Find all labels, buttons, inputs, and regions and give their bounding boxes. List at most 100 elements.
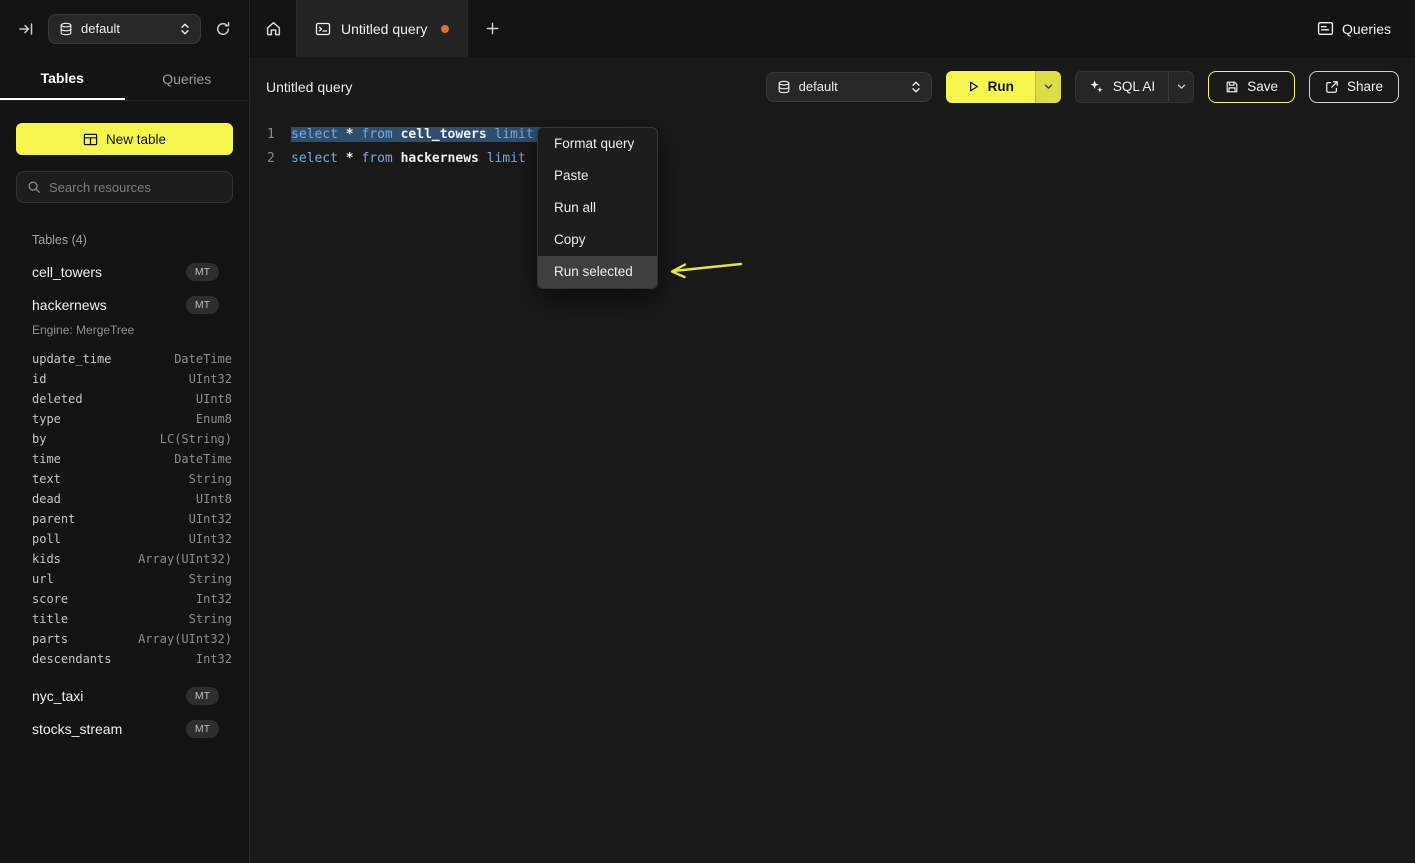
tab-untitled-query[interactable]: Untitled query [296,0,468,57]
topbar-database-selector-value: default [81,21,172,36]
column-type: LC(String) [160,432,232,446]
column-type: String [189,572,232,586]
column-name: kids [32,552,61,566]
topbar-database-selector[interactable]: default [48,14,201,44]
context-menu-item-paste[interactable]: Paste [538,160,657,192]
code-token-keyword: select [291,127,346,142]
sql-editor[interactable]: 1select * from cell_towers limit 1002sel… [250,116,1415,170]
column-type: UInt32 [189,512,232,526]
column-row[interactable]: update_time DateTime [0,349,249,369]
column-row[interactable]: by LC(String) [0,429,249,449]
plus-icon [485,21,500,36]
sql-ai-button[interactable]: SQL AI [1076,72,1168,102]
column-row[interactable]: urlString [0,569,249,589]
engine-badge: MT [186,720,219,738]
new-tab-button[interactable] [468,0,516,57]
refresh-icon [215,21,231,37]
queries-button[interactable]: Queries [1317,20,1391,37]
column-name: by [32,432,46,446]
run-options-button[interactable] [1035,71,1061,103]
column-row[interactable]: descendantsInt32 [0,649,249,669]
database-selector-value: default [799,79,903,94]
column-row[interactable]: title String [0,609,249,629]
column-row[interactable]: kids Array(UInt32) [0,549,249,569]
sidebar-tab-tables[interactable]: Tables [0,57,125,100]
context-menu-item-run-selected[interactable]: Run selected [538,256,657,288]
column-name: title [32,612,68,626]
column-name: deleted [32,392,83,406]
sidebar-tabs: Tables Queries [0,57,249,101]
table-name: nyc_taxi [32,688,83,704]
column-row[interactable]: deleted UInt8 [0,389,249,409]
search-resources-input[interactable] [49,180,222,195]
column-row[interactable]: timeDateTime [0,449,249,469]
home-icon [265,20,282,37]
refresh-button[interactable] [211,17,235,41]
share-icon [1325,80,1339,94]
column-type: String [189,472,232,486]
column-name: update_time [32,352,111,366]
column-row[interactable]: deadUInt8 [0,489,249,509]
topbar-left-section: default [0,0,250,57]
database-icon [59,22,73,36]
home-tab-button[interactable] [250,0,296,57]
search-icon [27,180,41,194]
table-row-hackernews[interactable]: hackernews MT [0,288,249,321]
column-row[interactable]: idUInt32 [0,369,249,389]
table-name: stocks_stream [32,721,122,737]
code-text: select * from cell_towers limit 100 [291,127,565,142]
column-name: text [32,472,61,486]
sql-ai-button-label: SQL AI [1113,79,1155,94]
new-table-button[interactable]: New table [16,123,233,155]
column-type: DateTime [174,352,232,366]
column-row[interactable]: pollUInt32 [0,529,249,549]
column-row[interactable]: parent UInt32 [0,509,249,529]
save-button[interactable]: Save [1208,71,1295,103]
column-type: String [189,612,232,626]
engine-label: Engine: MergeTree [0,321,249,345]
table-row-cell-towers[interactable]: cell_towers MT [0,255,249,288]
table-row-nyc-taxi[interactable]: nyc_taxi MT [0,679,249,712]
code-token-keyword: limit [487,151,526,166]
column-type: Int32 [196,592,232,606]
column-row[interactable]: typeEnum8 [0,409,249,429]
query-header: Untitled query default Run [250,57,1415,116]
column-type: UInt8 [196,492,232,506]
column-name: parent [32,512,75,526]
context-menu-item-copy[interactable]: Copy [538,224,657,256]
search-resources-box [16,171,233,203]
run-button[interactable]: Run [946,71,1035,103]
column-type: Array(UInt32) [138,552,232,566]
collapse-sidebar-button[interactable] [14,17,38,41]
sparkle-ai-icon [1089,79,1104,94]
column-name: descendants [32,652,111,666]
sql-ai-options-button[interactable] [1168,72,1193,102]
column-name: time [32,452,61,466]
engine-badge: MT [186,296,219,314]
code-token-identifier: cell_towers [401,127,495,142]
code-token-keyword: limit [495,127,542,142]
column-type: UInt32 [189,372,232,386]
sidebar-collapse-icon [18,21,34,37]
column-row[interactable]: scoreInt32 [0,589,249,609]
unsaved-indicator-dot [441,25,449,33]
context-menu-item-run-all[interactable]: Run all [538,192,657,224]
editor-lines: 1select * from cell_towers limit 1002sel… [267,122,1415,170]
table-row-stocks-stream[interactable]: stocks_stream MT [0,712,249,745]
engine-badge: MT [186,263,219,281]
annotation-arrow [662,256,746,280]
column-row[interactable]: text String [0,469,249,489]
topbar: default Untitled query Queries [0,0,1415,57]
column-type: UInt8 [196,392,232,406]
sidebar-tab-queries[interactable]: Queries [125,57,250,100]
code-token-operator: * [346,151,362,166]
code-token-keyword: from [361,151,400,166]
context-menu-item-format-query[interactable]: Format query [538,128,657,160]
column-name: parts [32,632,68,646]
query-tab-icon [315,21,331,37]
chevron-down-icon [1176,81,1187,92]
database-selector[interactable]: default [766,72,932,102]
column-row[interactable]: partsArray(UInt32) [0,629,249,649]
column-type: Enum8 [196,412,232,426]
share-button[interactable]: Share [1309,71,1399,103]
